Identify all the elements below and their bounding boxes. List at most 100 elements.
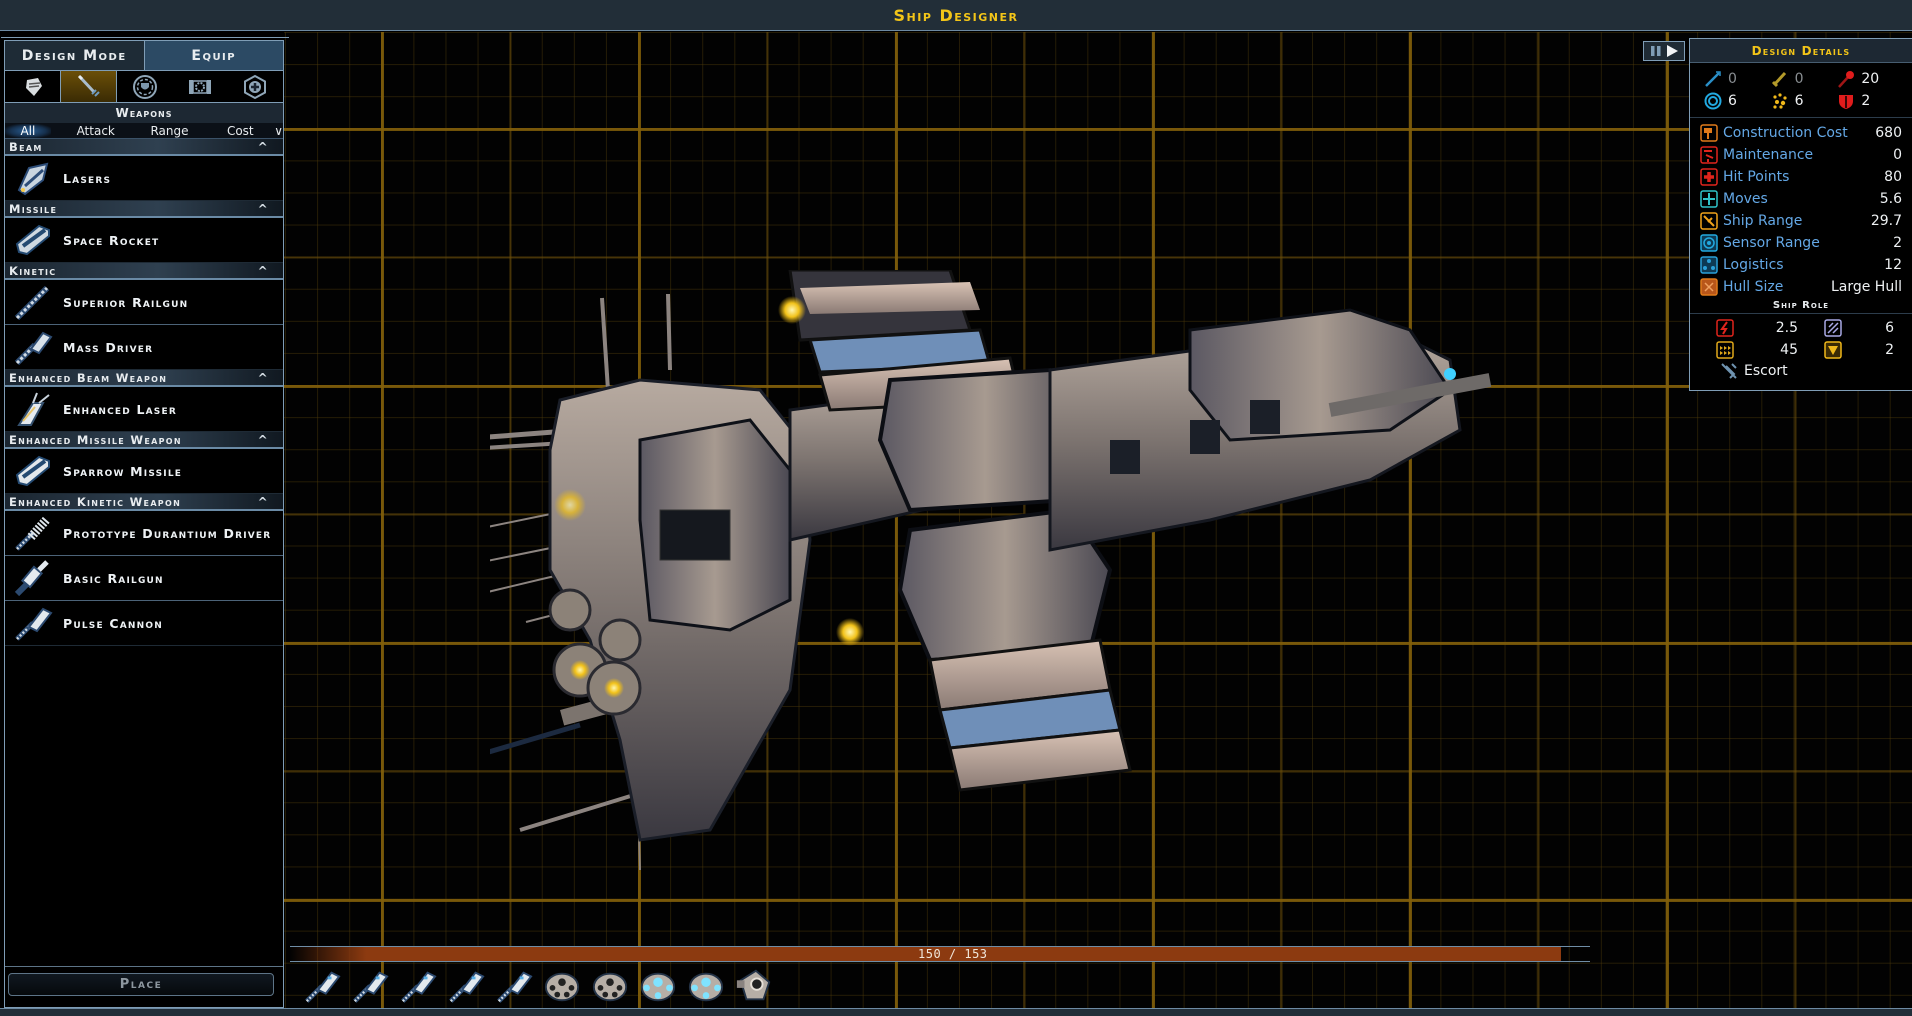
support-module-icon [244,74,267,99]
ship-role-values: 2.5 6 45 2 [1690,314,1912,360]
interceptor-role [1798,318,1842,338]
tab-design-mode[interactable]: Design Mode [5,41,145,70]
component-slot[interactable] [540,966,584,1010]
rotation-play-pause-control[interactable] [1643,41,1685,61]
missile-attack-icon [1838,71,1855,88]
component-slot[interactable] [348,966,392,1010]
role-name-label: Escort [1744,363,1788,379]
component-slot[interactable] [732,966,776,1010]
component-slot[interactable] [492,966,536,1010]
sort-range[interactable]: Range [139,124,201,138]
group-header-missile[interactable]: Missile ^ [5,201,283,218]
missile-icon [11,451,55,491]
stat-value: 0 [1794,71,1804,87]
capacity-bar: 150 / 153 [290,946,1590,962]
guardian-role [1716,340,1746,360]
stat-hull-size: Hull Size Large Hull [1700,276,1902,298]
ship-lower-modules [836,507,1132,792]
sort-attack[interactable]: Attack [61,124,131,138]
group-name: Kinetic [9,264,57,278]
category-tab-defense[interactable] [117,71,172,102]
weapon-item-sparrow-missile[interactable]: Sparrow Missile [5,449,283,494]
collapse-caret-icon[interactable]: ^ [258,432,269,447]
stat-value: 12 [1884,257,1902,273]
escort-role-icon [1721,363,1737,379]
group-name: Enhanced Kinetic Weapon [9,495,182,509]
stat-logistics: Logistics 12 [1700,254,1902,276]
group-name: Missile [9,202,58,216]
group-name: Enhanced Beam Weapon [9,371,168,385]
stat-value: 80 [1884,169,1902,185]
stat-construction-cost: Construction Cost 680 [1700,122,1902,144]
weapon-item-mass-driver[interactable]: Mass Driver [5,325,283,370]
place-button[interactable]: Place [8,973,274,996]
category-tab-engines[interactable] [173,71,228,102]
component-slot[interactable] [300,966,344,1010]
ship-role-name: Escort [1690,360,1912,380]
weapon-item-lasers[interactable]: Lasers [5,156,283,201]
collapse-caret-icon[interactable]: ^ [258,263,269,278]
stat-maintenance: Maintenance 0 [1700,144,1902,166]
pulse-cannon-icon [11,603,55,643]
pause-icon[interactable] [1650,45,1662,57]
railgun-icon [11,558,55,598]
stat-value: 2 [1893,235,1902,251]
group-header-enhanced-kinetic[interactable]: Enhanced Kinetic Weapon ^ [5,494,283,511]
component-slot[interactable] [636,966,680,1010]
weapon-item-space-rocket[interactable]: Space Rocket [5,218,283,263]
section-title-weapons: Weapons [5,103,283,123]
component-slot[interactable] [396,966,440,1010]
pulse-cannon-icon [399,967,437,1009]
guardian-role-icon [1716,341,1734,359]
component-slot[interactable] [684,966,728,1010]
tab-equip[interactable]: Equip [144,41,283,70]
category-tab-hull[interactable] [5,71,60,102]
armor-defense-stat: 2 [1837,91,1904,111]
pulse-cannon-icon [351,967,389,1009]
collapse-caret-icon[interactable]: ^ [258,201,269,216]
group-header-beam[interactable]: Beam ^ [5,139,283,156]
sort-cost[interactable]: Cost [212,124,268,138]
collapse-caret-icon[interactable]: ^ [258,139,269,154]
group-header-kinetic[interactable]: Kinetic ^ [5,263,283,280]
ship-model[interactable] [490,270,1560,880]
stat-label: Logistics [1723,257,1784,273]
weapon-item-enhanced-laser[interactable]: Enhanced Laser [5,387,283,432]
capacity-label: 150 / 153 [918,947,988,961]
component-slot[interactable] [588,966,632,1010]
equip-panel: Design Mode Equip Weapons All Attack Ran… [1,37,289,1008]
collapse-caret-icon[interactable]: ^ [258,494,269,509]
weapon-item-pulse-cannon[interactable]: Pulse Cannon [5,601,283,646]
shield-module-icon [687,967,725,1009]
weapon-item-superior-railgun[interactable]: Superior Railgun [5,280,283,325]
group-name: Enhanced Missile Weapon [9,433,182,447]
weapon-item-prototype-durantium-driver[interactable]: Prototype Durantium Driver [5,511,283,556]
component-category-tabs [5,70,283,103]
weapon-item-basic-railgun[interactable]: Basic Railgun [5,556,283,601]
weapon-name: Prototype Durantium Driver [63,525,272,541]
weapon-name: Enhanced Laser [63,401,177,417]
sort-filter-row: All Attack Range Cost ∨ [5,123,283,139]
moves-icon [1700,190,1718,208]
mass-driver-icon [11,327,55,367]
enhanced-laser-icon [11,389,55,429]
category-tab-support[interactable] [228,71,283,102]
divider [5,966,283,967]
stat-label: Construction Cost [1723,125,1848,141]
filter-all[interactable]: All [5,123,51,138]
component-slot[interactable] [444,966,488,1010]
stat-sensor-range: Sensor Range 2 [1700,232,1902,254]
stat-value: 6 [1794,93,1804,109]
hull-armor-icon [25,77,42,96]
interceptor-role-icon [1824,319,1842,337]
group-header-enhanced-missile[interactable]: Enhanced Missile Weapon ^ [5,432,283,449]
category-tab-weapons[interactable] [60,71,118,102]
group-header-enhanced-beam[interactable]: Enhanced Beam Weapon ^ [5,370,283,387]
mode-tabs: Design Mode Equip [5,40,283,70]
collapse-caret-icon[interactable]: ^ [258,370,269,385]
armor-module-icon [591,967,629,1009]
sensor-range-icon [1700,234,1718,252]
play-icon[interactable] [1666,45,1678,57]
sort-dropdown-chevron-icon[interactable]: ∨ [274,124,283,138]
window-title: Ship Designer [893,6,1019,25]
